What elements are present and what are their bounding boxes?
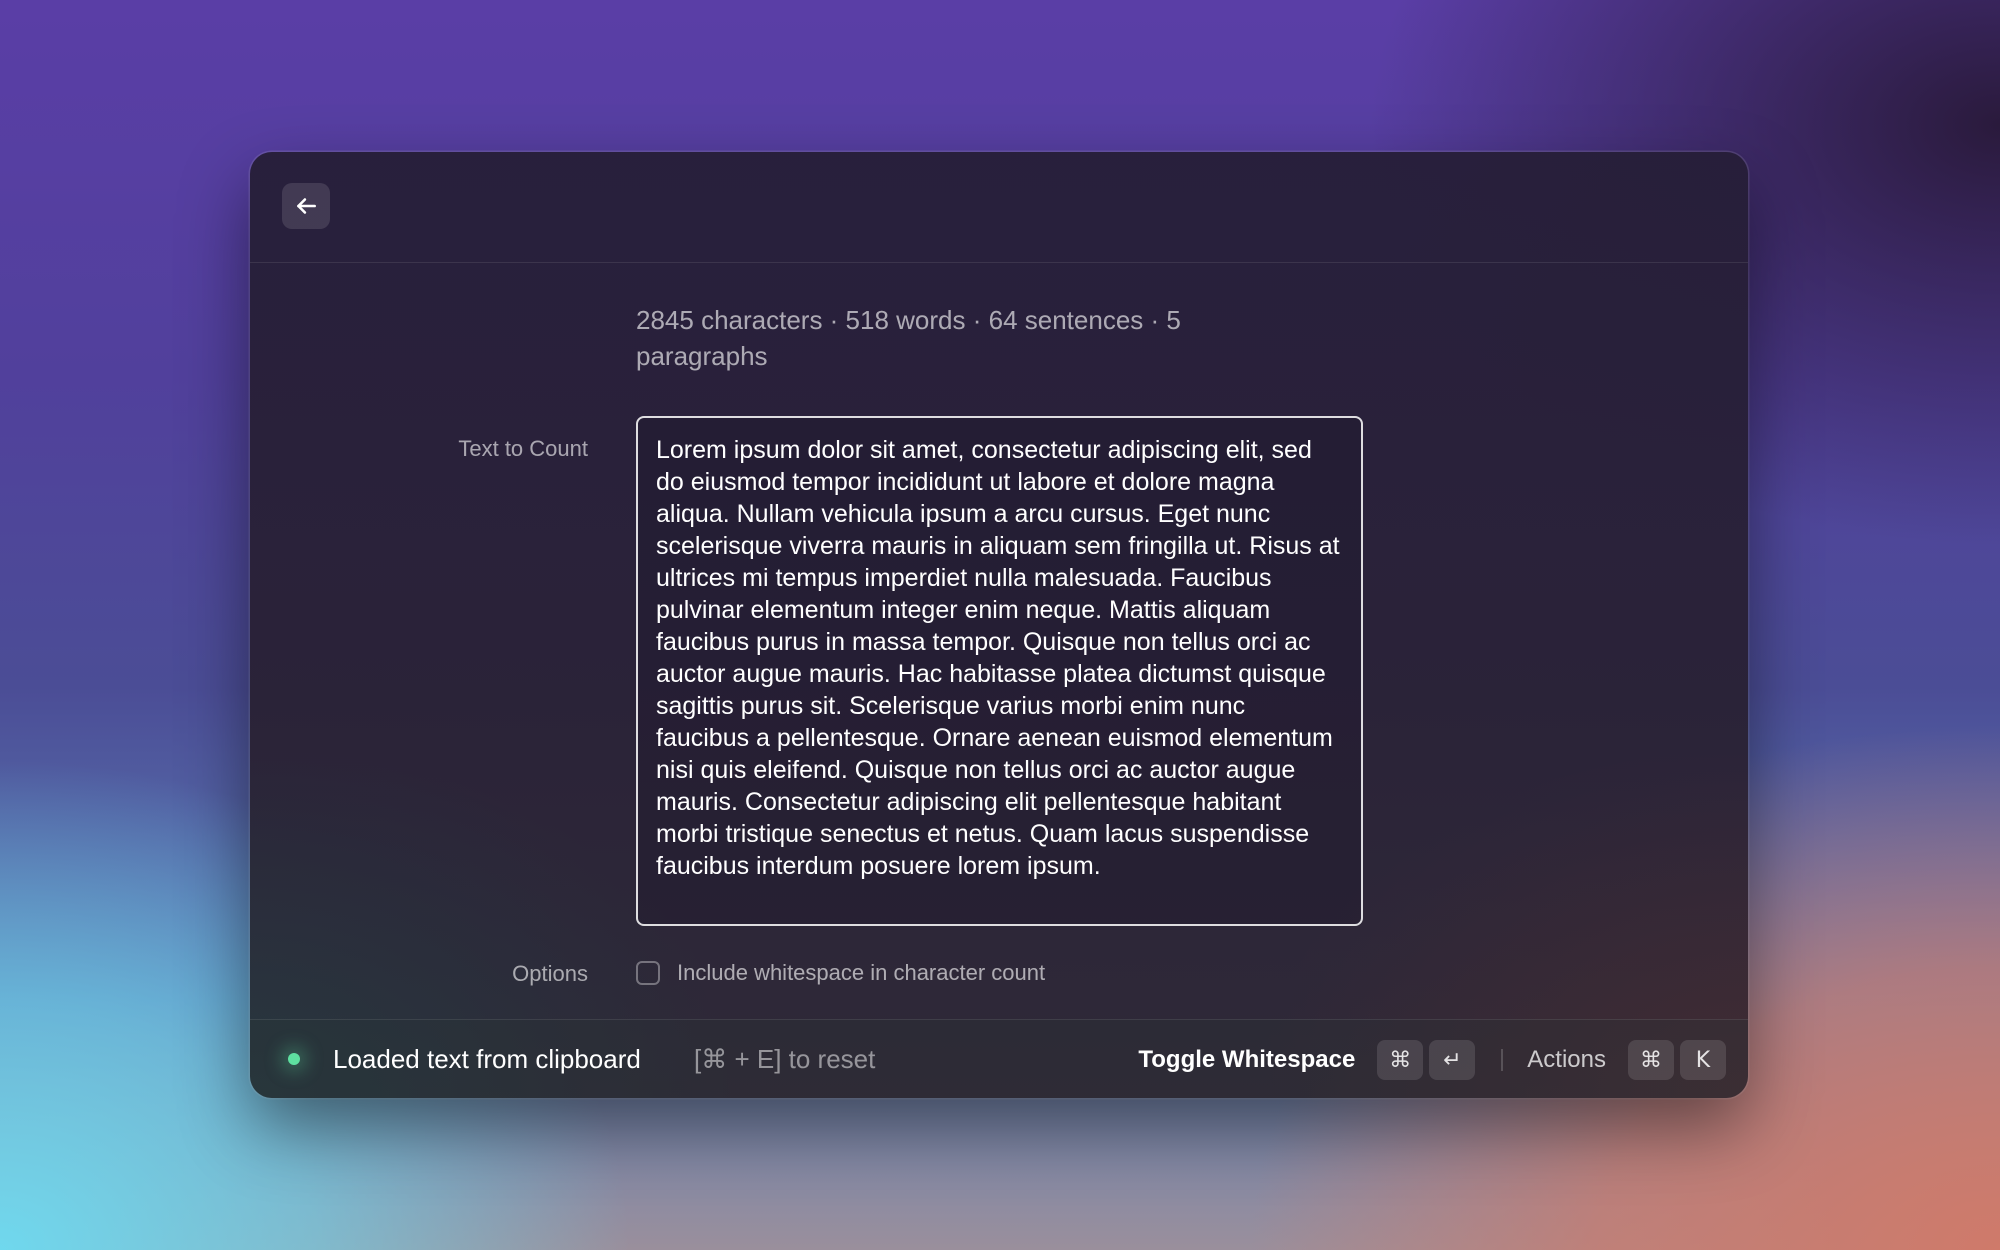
whitespace-option: Include whitespace in character count (636, 960, 1045, 986)
back-button[interactable] (282, 183, 330, 229)
text-statistics: 2845 characters · 518 words · 64 sentenc… (636, 305, 1181, 371)
text-to-count-label: Text to Count (458, 436, 588, 461)
action-bar: Loaded text from clipboard [⌘ + E] to re… (250, 1019, 1748, 1098)
footer-actions: Toggle Whitespace ⌘ ↵ Actions ⌘ K (1138, 1038, 1726, 1082)
text-to-count-input[interactable]: Lorem ipsum dolor sit amet, consectetur … (636, 416, 1363, 926)
status-text: Loaded text from clipboard (333, 1044, 641, 1074)
command-key-icon: ⌘ (1377, 1040, 1424, 1080)
options-label: Options (512, 961, 588, 986)
return-key-icon: ↵ (1429, 1040, 1476, 1080)
window-header (250, 152, 1748, 263)
status-indicator (288, 1053, 300, 1065)
whitespace-checkbox[interactable] (636, 961, 660, 985)
reset-hint: [⌘ + E] to reset (694, 1044, 876, 1074)
desktop-background: Loaded text from clipboard [⌘ + E] to re… (0, 0, 2000, 1250)
footer-divider (1501, 1049, 1504, 1071)
actions-button[interactable]: Actions (1527, 1046, 1606, 1074)
whitespace-checkbox-label[interactable]: Include whitespace in character count (677, 960, 1045, 986)
toggle-whitespace-action[interactable]: Toggle Whitespace (1138, 1046, 1355, 1074)
command-key-icon: ⌘ (1628, 1040, 1674, 1080)
arrow-left-icon (293, 193, 319, 219)
k-key: K (1680, 1040, 1726, 1080)
